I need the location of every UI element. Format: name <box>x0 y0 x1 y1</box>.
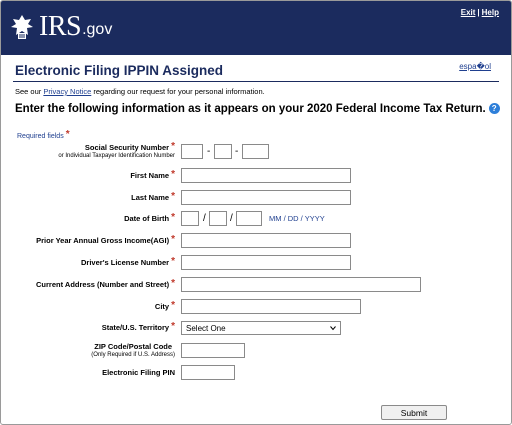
ssn-sublabel: or Individual Taxpayer Identification Nu… <box>58 153 175 159</box>
license-label-text: Driver's License Number <box>81 258 170 267</box>
site-header: IRS .gov Exit | Help <box>1 1 511 55</box>
state-label: State/U.S. Territory * <box>101 321 175 333</box>
privacy-notice-text: See our Privacy Notice regarding our req… <box>15 87 265 96</box>
logo-suffix: .gov <box>82 21 113 38</box>
state-label-text: State/U.S. Territory <box>101 323 170 332</box>
state-select[interactable]: Select One <box>181 321 341 335</box>
required-asterisk: * <box>65 129 70 140</box>
help-question-icon[interactable]: ? <box>488 103 500 114</box>
address-label-text: Current Address (Number and Street) <box>36 280 170 289</box>
address-label: Current Address (Number and Street) * <box>36 278 175 290</box>
chevron-down-icon <box>330 326 336 331</box>
required-asterisk: * <box>171 278 175 289</box>
required-asterisk: * <box>171 256 175 267</box>
first-name-label-text: First Name <box>130 171 170 180</box>
spanish-language-link[interactable]: espa�ol <box>459 62 491 71</box>
dob-day-input[interactable] <box>209 211 227 226</box>
dob-label-text: Date of Birth <box>124 214 170 223</box>
ssn-dash: - <box>207 146 211 157</box>
logo-text: IRS <box>39 11 82 42</box>
eagle-logo-icon <box>11 15 33 39</box>
zip-label-text: ZIP Code/Postal Code <box>94 342 173 351</box>
browser-frame: IRS .gov Exit | Help espa�ol Electronic Fi… <box>0 0 512 425</box>
address-input[interactable] <box>181 277 421 292</box>
privacy-notice-link[interactable]: Privacy Notice <box>43 87 91 96</box>
required-asterisk: * <box>171 169 175 180</box>
dob-format-hint: MM / DD / YYYY <box>269 214 325 223</box>
ssn-part3-input[interactable] <box>242 144 269 159</box>
zip-input[interactable] <box>181 343 245 358</box>
city-label: City * <box>154 300 175 312</box>
page-title: Electronic Filing IPPIN Assigned <box>15 63 224 78</box>
required-fields-note: Required fields * <box>17 129 70 141</box>
ssn-label: Social Security Number * or Individual Ta… <box>58 141 175 160</box>
irs-logo[interactable]: IRS .gov <box>9 12 112 42</box>
instruction-label: Enter the following information as it ap… <box>15 103 486 115</box>
city-input[interactable] <box>181 299 361 314</box>
agi-input[interactable] <box>181 233 351 248</box>
agi-label: Prior Year Annual Gross Income(AGI) * <box>36 234 175 246</box>
ssn-dash: - <box>235 146 239 157</box>
link-separator: | <box>477 8 480 17</box>
last-name-input[interactable] <box>181 190 351 205</box>
state-selected-value: Select One <box>186 324 226 333</box>
required-asterisk: * <box>171 300 175 311</box>
title-divider <box>13 81 499 82</box>
city-label-text: City <box>154 302 170 311</box>
required-fields-label: Required fields <box>17 133 64 140</box>
required-asterisk: * <box>171 234 175 245</box>
last-name-label: Last Name * <box>131 191 175 203</box>
exit-link[interactable]: Exit <box>461 8 476 17</box>
notice-after: regarding our request for your personal … <box>91 87 265 96</box>
dob-label: Date of Birth * <box>124 212 175 224</box>
first-name-input[interactable] <box>181 168 351 183</box>
required-asterisk: * <box>171 212 175 223</box>
dob-slash: / <box>203 213 206 224</box>
instruction-text: Enter the following information as it ap… <box>15 103 500 115</box>
license-label: Driver's License Number * <box>81 256 175 268</box>
agi-label-text: Prior Year Annual Gross Income(AGI) <box>36 236 170 245</box>
header-links: Exit | Help <box>461 8 499 17</box>
license-input[interactable] <box>181 255 351 270</box>
submit-button[interactable]: Submit <box>381 405 447 420</box>
notice-before: See our <box>15 87 44 96</box>
pin-input[interactable] <box>181 365 235 380</box>
dob-month-input[interactable] <box>181 211 199 226</box>
ssn-part2-input[interactable] <box>214 144 232 159</box>
required-asterisk: * <box>171 191 175 202</box>
pin-label: Electronic Filing PIN <box>102 368 175 377</box>
help-link[interactable]: Help <box>482 8 499 17</box>
required-asterisk: * <box>171 141 175 152</box>
last-name-label-text: Last Name <box>131 193 170 202</box>
first-name-label: First Name * <box>130 169 175 181</box>
dob-year-input[interactable] <box>236 211 262 226</box>
ssn-part1-input[interactable] <box>181 144 203 159</box>
required-asterisk: * <box>171 321 175 332</box>
zip-sublabel: (Only Required if U.S. Address) <box>91 352 175 358</box>
dob-slash: / <box>230 213 233 224</box>
zip-label: ZIP Code/Postal Code (Only Required if U… <box>91 342 175 358</box>
ssn-label-text: Social Security Number <box>84 143 170 152</box>
